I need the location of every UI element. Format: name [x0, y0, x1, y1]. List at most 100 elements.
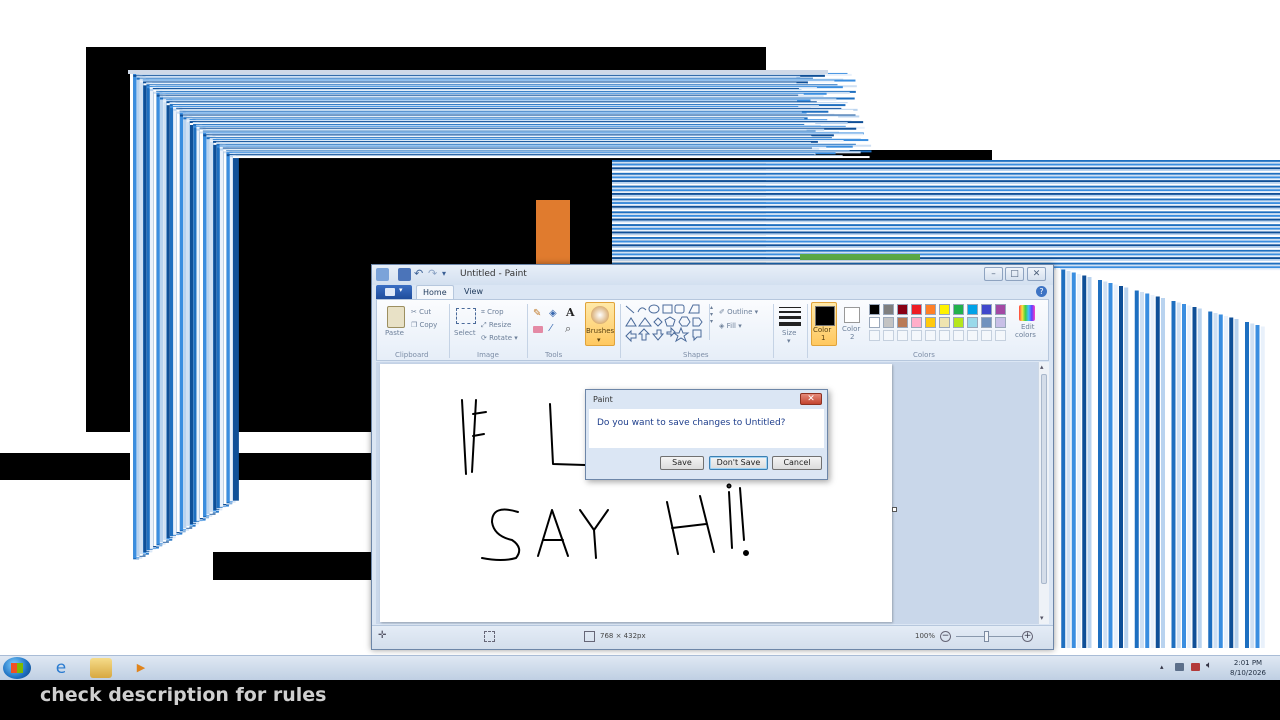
file-explorer-icon[interactable]: [90, 658, 112, 678]
dont-save-button[interactable]: Don't Save: [709, 456, 768, 470]
resize-label: Resize: [488, 321, 512, 329]
customize-toolbar-icon[interactable]: ▾: [442, 268, 455, 281]
copy-label: Copy: [419, 321, 438, 329]
size-button[interactable]: Size ▾: [777, 304, 803, 348]
pencil-icon[interactable]: ✎: [533, 308, 541, 319]
start-button[interactable]: [3, 657, 31, 679]
paste-button[interactable]: Paste: [383, 304, 409, 348]
palette-swatch[interactable]: [911, 304, 922, 315]
cancel-button[interactable]: Cancel: [772, 456, 822, 470]
cursor-position-icon: ✛: [378, 630, 387, 641]
group-label-image: Image: [477, 351, 499, 359]
palette-swatch[interactable]: [995, 317, 1006, 328]
fill-label: Fill: [726, 322, 736, 330]
fill-bucket-icon[interactable]: ◈: [549, 308, 557, 319]
scroll-down-icon[interactable]: ▾: [1040, 614, 1044, 622]
color1-button[interactable]: Color 1: [811, 302, 837, 346]
color2-button[interactable]: Color 2: [839, 302, 865, 346]
show-hidden-icons-icon[interactable]: ▴: [1160, 663, 1164, 671]
media-player-icon[interactable]: ▶: [130, 658, 152, 678]
tab-view[interactable]: View: [458, 285, 489, 299]
paint-menu-button[interactable]: ▾: [376, 285, 412, 299]
divider: [620, 304, 621, 358]
select-button[interactable]: Select: [453, 304, 479, 348]
shapes-scroll[interactable]: ▴ ▾ ▾: [709, 304, 716, 340]
palette-swatch[interactable]: [883, 317, 894, 328]
palette-empty-swatch[interactable]: [981, 330, 992, 341]
palette-empty-swatch[interactable]: [967, 330, 978, 341]
internet-explorer-icon[interactable]: e: [50, 658, 72, 678]
palette-empty-swatch[interactable]: [995, 330, 1006, 341]
palette-empty-swatch[interactable]: [897, 330, 908, 341]
palette-swatch[interactable]: [925, 317, 936, 328]
redo-icon[interactable]: ↷: [428, 268, 441, 281]
zoom-out-button[interactable]: −: [940, 631, 951, 642]
help-icon[interactable]: ?: [1036, 286, 1047, 297]
scroll-up-icon[interactable]: ▴: [1040, 363, 1044, 371]
crop-button[interactable]: ⌗ Crop: [481, 304, 504, 317]
close-button[interactable]: ✕: [1027, 267, 1046, 281]
palette-swatch[interactable]: [967, 304, 978, 315]
clipboard-icon: [387, 306, 405, 328]
size-line-icon: [779, 311, 801, 313]
copy-button[interactable]: ❐ Copy: [411, 317, 437, 330]
resize-handle[interactable]: [892, 507, 897, 512]
palette-swatch[interactable]: [953, 304, 964, 315]
palette-swatch[interactable]: [939, 304, 950, 315]
palette-swatch[interactable]: [981, 304, 992, 315]
magnifier-icon[interactable]: ⌕: [565, 322, 571, 336]
palette-swatch[interactable]: [883, 304, 894, 315]
scroll-thumb[interactable]: [1041, 374, 1047, 584]
palette-empty-swatch[interactable]: [869, 330, 880, 341]
zoom-slider-thumb[interactable]: [984, 631, 989, 642]
tab-home[interactable]: Home: [416, 285, 454, 300]
palette-swatch[interactable]: [995, 304, 1006, 315]
save-icon[interactable]: [398, 268, 411, 281]
paint-app-icon: [376, 268, 389, 281]
color-picker-icon[interactable]: ⁄: [550, 323, 552, 334]
palette-empty-swatch[interactable]: [953, 330, 964, 341]
palette-swatch[interactable]: [897, 317, 908, 328]
text-tool-icon[interactable]: A: [566, 306, 575, 319]
brushes-button[interactable]: Brushes ▾: [585, 302, 615, 346]
resize-button[interactable]: ⤢ Resize: [481, 317, 511, 330]
cut-button[interactable]: ✂ Cut: [411, 304, 431, 317]
cut-label: Cut: [419, 308, 432, 316]
palette-swatch[interactable]: [897, 304, 908, 315]
outline-button[interactable]: ✐ Outline ▾: [719, 304, 758, 317]
undo-icon[interactable]: ↶: [414, 268, 427, 281]
rotate-button[interactable]: ⟳ Rotate ▾: [481, 330, 518, 343]
palette-swatch[interactable]: [953, 317, 964, 328]
minimize-button[interactable]: –: [984, 267, 1003, 281]
zoom-slider-track[interactable]: [956, 636, 1022, 637]
volume-icon[interactable]: 🔈︎: [1206, 660, 1212, 671]
shapes-gallery[interactable]: [623, 304, 707, 348]
brush-icon: [591, 306, 609, 324]
palette-swatch[interactable]: [869, 317, 880, 328]
palette-empty-swatch[interactable]: [883, 330, 894, 341]
system-clock[interactable]: 2:01 PM 8/10/2026: [1222, 658, 1274, 678]
palette-swatch[interactable]: [939, 317, 950, 328]
windows-logo-icon: [11, 663, 23, 673]
palette-swatch[interactable]: [925, 304, 936, 315]
network-icon[interactable]: [1191, 663, 1200, 671]
edit-colors-button[interactable]: Edit colors: [1011, 304, 1045, 348]
palette-swatch[interactable]: [981, 317, 992, 328]
maximize-button[interactable]: □: [1005, 267, 1024, 281]
selection-size-icon: [484, 631, 495, 642]
palette-swatch[interactable]: [911, 317, 922, 328]
palette-empty-swatch[interactable]: [911, 330, 922, 341]
fill-button[interactable]: ◈ Fill ▾: [719, 318, 742, 331]
action-center-icon[interactable]: [1175, 663, 1184, 671]
palette-swatch[interactable]: [967, 317, 978, 328]
palette-swatch[interactable]: [869, 304, 880, 315]
group-label-tools: Tools: [545, 351, 563, 359]
palette-empty-swatch[interactable]: [925, 330, 936, 341]
save-button[interactable]: Save: [660, 456, 704, 470]
palette-empty-swatch[interactable]: [939, 330, 950, 341]
eraser-icon[interactable]: [533, 326, 543, 333]
dialog-close-button[interactable]: ✕: [800, 393, 822, 405]
vertical-scrollbar[interactable]: ▴ ▾: [1038, 362, 1049, 624]
zoom-in-button[interactable]: +: [1022, 631, 1033, 642]
size-line-icon: [779, 322, 801, 326]
